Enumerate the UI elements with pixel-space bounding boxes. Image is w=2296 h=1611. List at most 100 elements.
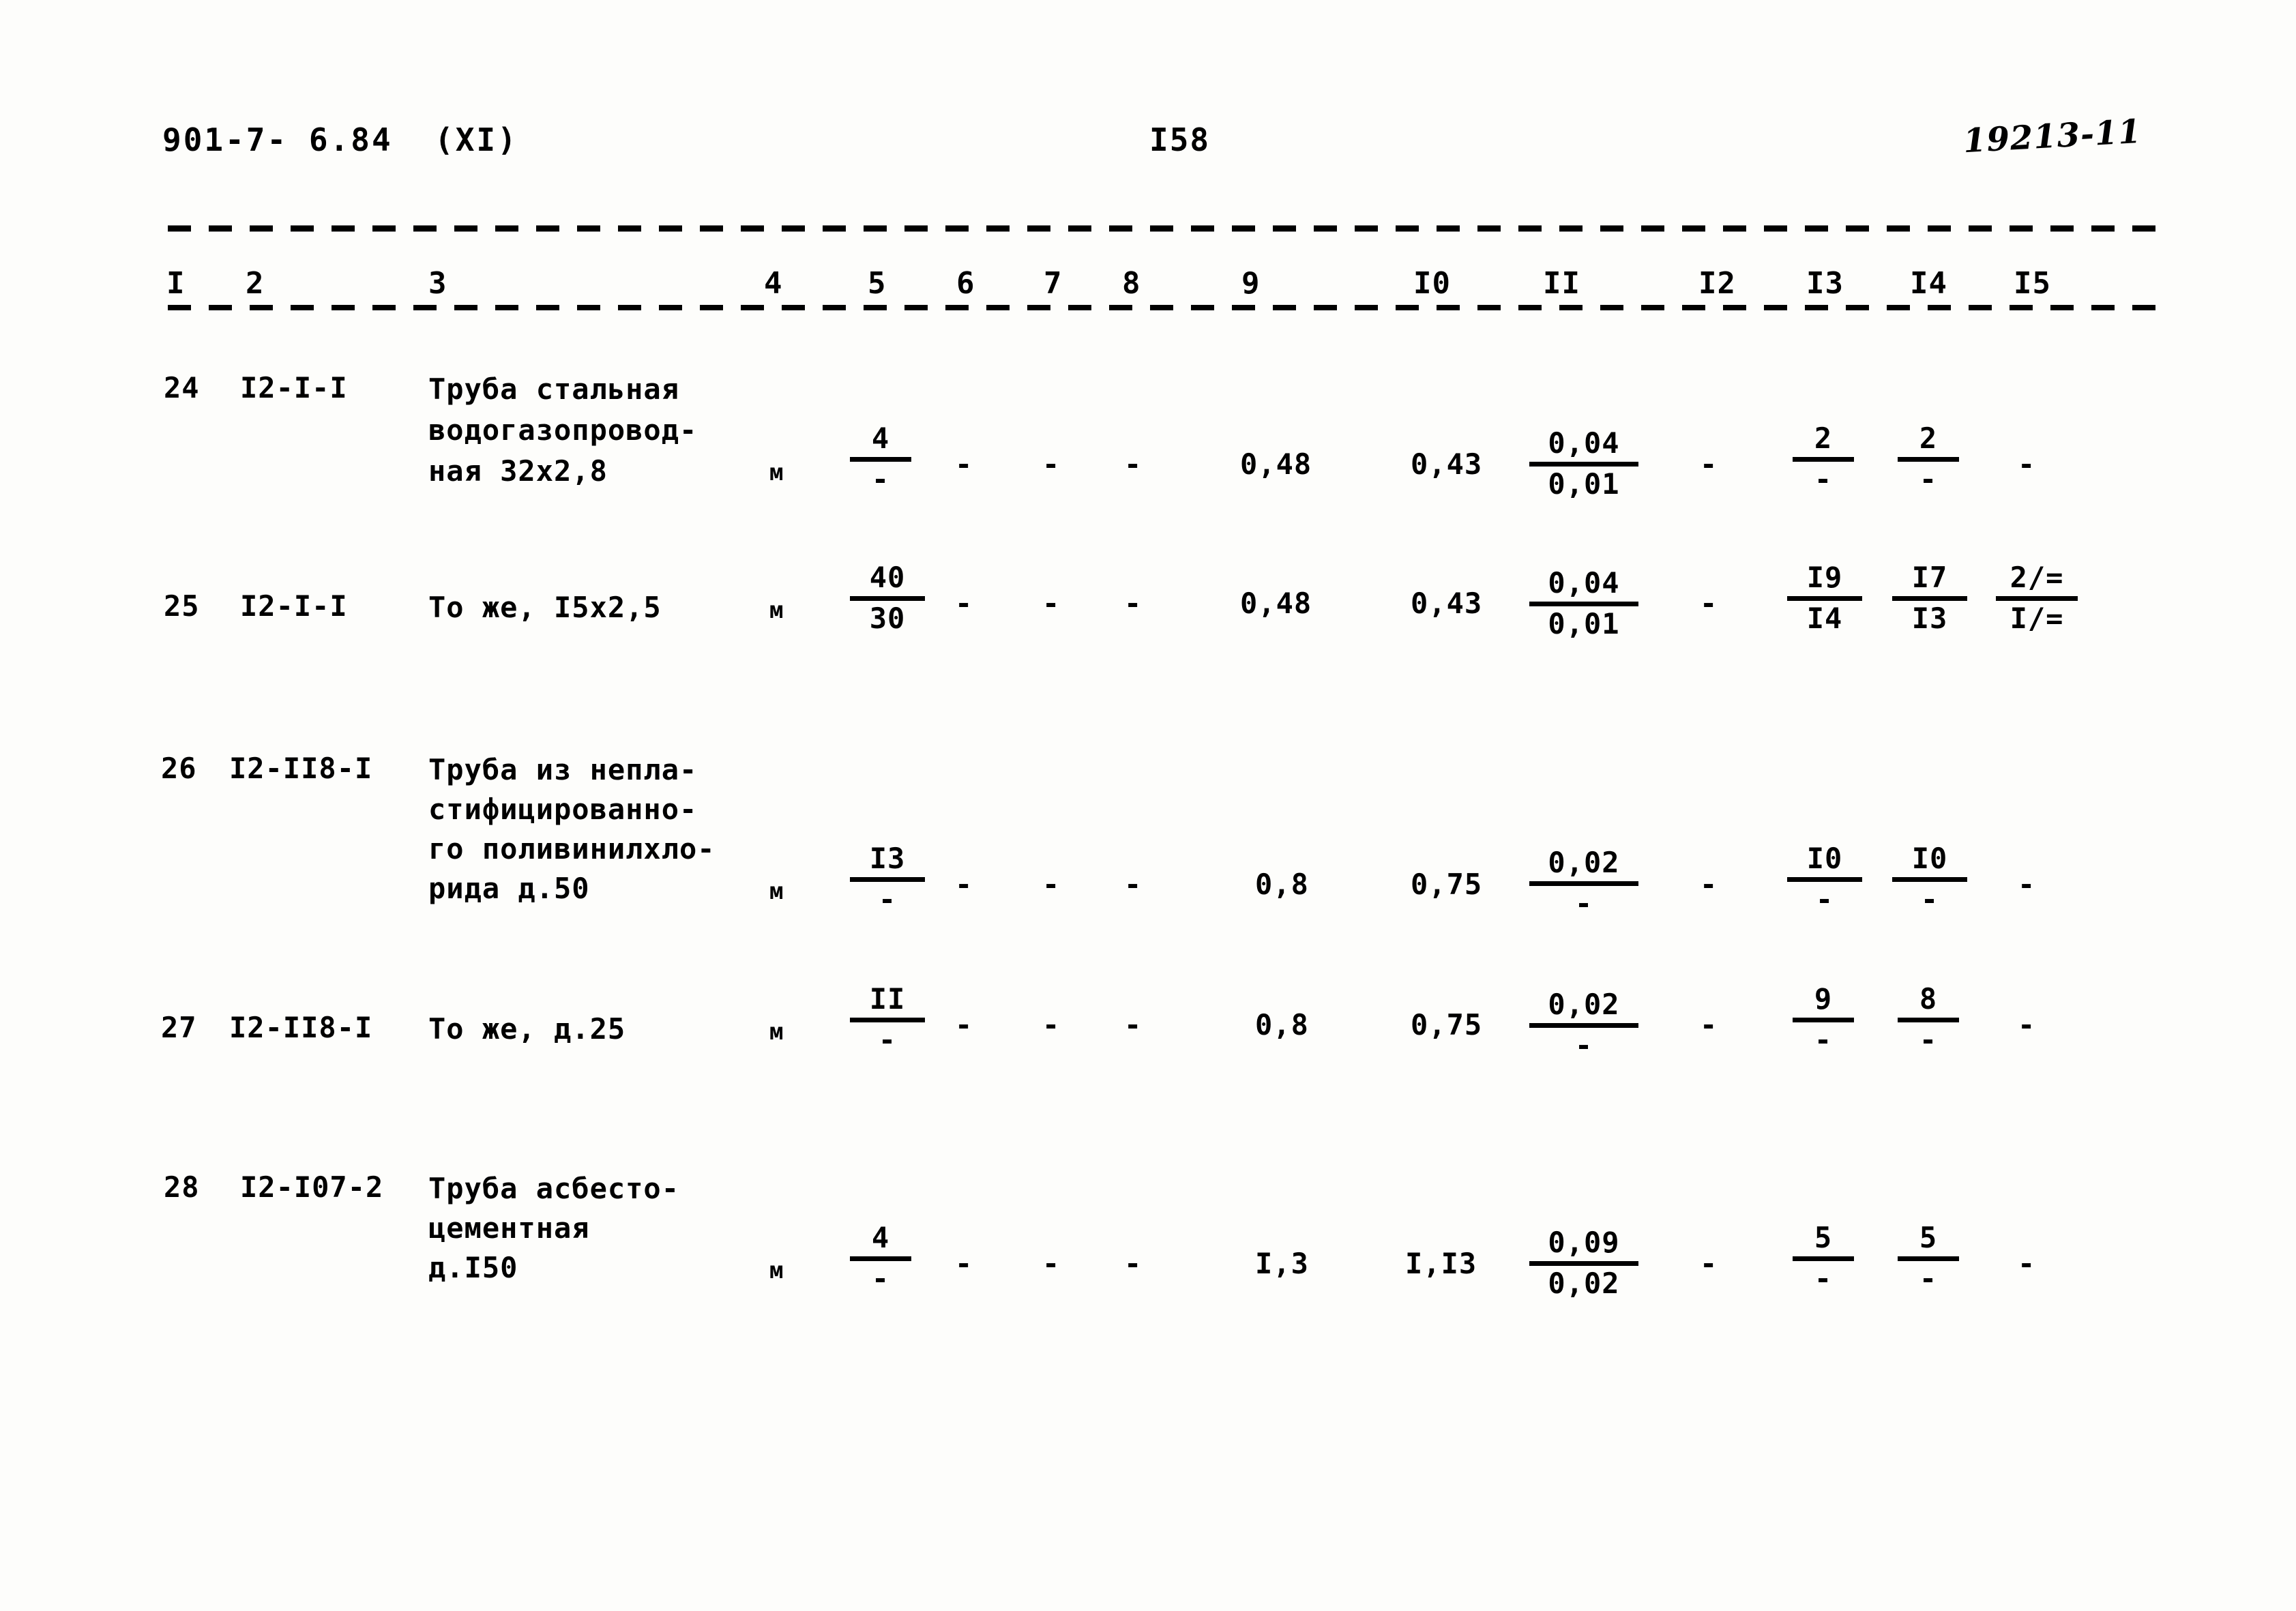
column-number-11: II: [1543, 266, 1580, 301]
row-description-line: цементная: [428, 1211, 590, 1245]
page-number: I58: [1149, 121, 1211, 158]
cell-col5-denominator: -: [871, 462, 890, 496]
cell-col14-numerator: I0: [1911, 842, 1948, 875]
cell-col11-denominator: 0,01: [1548, 607, 1620, 640]
fraction-bar: [1996, 596, 2078, 601]
row-unit: м: [769, 597, 784, 624]
column-number-4: 4: [764, 266, 783, 301]
handwritten-archive-mark: 19213-11: [1962, 112, 2143, 161]
row-unit: м: [769, 1018, 784, 1046]
cell-col6: -: [955, 868, 973, 901]
cell-col5-numerator: 4: [871, 1221, 890, 1254]
cell-col10: 0,75: [1411, 1008, 1483, 1041]
cell-col5: 40 30: [850, 561, 925, 636]
row-description-line: ная 32х2,8: [428, 454, 608, 488]
cell-col5-denominator: -: [878, 883, 897, 916]
cell-col6: -: [955, 1008, 973, 1041]
fraction-bar: [1529, 602, 1638, 606]
cell-col5-numerator: 4: [871, 422, 890, 455]
cell-col14-denominator: -: [1920, 883, 1939, 916]
top-dashed-rule: [168, 225, 2160, 232]
cell-col8: -: [1124, 868, 1143, 901]
fraction-bar: [1898, 457, 1959, 462]
cell-col13: I9 I4: [1787, 561, 1862, 636]
fraction-bar: [1793, 1256, 1854, 1261]
cell-col10: 0,43: [1411, 447, 1483, 481]
row-number: 28: [164, 1170, 200, 1204]
row-description-line: Труба из непла-: [428, 753, 698, 786]
document-page: 901-7- 6.84 (XI) I58 19213-11 I 2 3 4 5 …: [0, 0, 2296, 1611]
column-number-1: I: [166, 266, 186, 301]
cell-col6: -: [955, 447, 973, 481]
column-number-7: 7: [1044, 266, 1063, 301]
row-description-line: Труба стальная: [428, 372, 680, 406]
fraction-bar: [1892, 877, 1967, 882]
cell-col7: -: [1042, 1008, 1061, 1041]
row-unit: м: [769, 878, 784, 905]
cell-col8: -: [1124, 587, 1143, 620]
row-description-line: го поливинилхло-: [428, 832, 716, 866]
cell-col13: 2 -: [1793, 422, 1854, 497]
cell-col11-numerator: 0,02: [1548, 988, 1620, 1021]
row-number: 25: [164, 589, 200, 623]
cell-col5-denominator: -: [871, 1262, 890, 1295]
cell-col15-numerator: 2/=: [2010, 561, 2064, 594]
cell-col15: -: [2018, 868, 2036, 901]
cell-col6: -: [955, 1247, 973, 1280]
cell-col13-numerator: I0: [1806, 842, 1843, 875]
cell-col13-denominator: -: [1814, 1262, 1833, 1295]
cell-col10: 0,43: [1411, 587, 1483, 620]
cell-col11-denominator: -: [1574, 887, 1593, 920]
cell-col11-denominator: -: [1574, 1029, 1593, 1062]
cell-col11: 0,04 0,01: [1529, 566, 1638, 641]
row-description-line: То же, I5х2,5: [428, 591, 662, 624]
cell-col8: -: [1124, 447, 1143, 481]
cell-col9: 0,8: [1255, 1008, 1309, 1041]
row-description-line: стифицированно-: [428, 793, 698, 826]
column-number-12: I2: [1698, 266, 1736, 301]
fraction-bar: [850, 1018, 925, 1022]
cell-col7: -: [1042, 868, 1061, 901]
cell-col13-denominator: -: [1814, 1023, 1833, 1056]
cell-col14-denominator: -: [1919, 462, 1938, 496]
column-number-8: 8: [1122, 266, 1141, 301]
cell-col13: 5 -: [1793, 1221, 1854, 1296]
cell-col11-numerator: 0,04: [1548, 426, 1620, 460]
cell-col15-denominator: I/=: [2010, 602, 2064, 635]
column-number-3: 3: [428, 266, 447, 301]
column-number-13: I3: [1806, 266, 1844, 301]
cell-col14: 2 -: [1898, 422, 1959, 497]
column-number-2: 2: [246, 266, 265, 301]
fraction-bar: [1529, 1023, 1638, 1028]
fraction-bar: [850, 1256, 911, 1261]
cell-col14-denominator: -: [1919, 1262, 1938, 1295]
row-code: I2-I-I: [240, 371, 348, 404]
document-code: 901-7- 6.84 (XI): [162, 121, 518, 158]
cell-col9: I,3: [1255, 1247, 1309, 1280]
column-number-6: 6: [956, 266, 975, 301]
cell-col15: -: [2018, 1247, 2036, 1280]
cell-col11-numerator: 0,04: [1548, 566, 1620, 600]
cell-col5-numerator: II: [869, 982, 906, 1016]
fraction-bar: [1898, 1256, 1959, 1261]
fraction-bar: [1892, 596, 1967, 601]
cell-col7: -: [1042, 1247, 1061, 1280]
fraction-bar: [850, 596, 925, 601]
cell-col8: -: [1124, 1247, 1143, 1280]
row-number: 27: [161, 1011, 197, 1044]
cell-col14: 8 -: [1898, 982, 1959, 1057]
cell-col7: -: [1042, 447, 1061, 481]
cell-col7: -: [1042, 587, 1061, 620]
cell-col13-denominator: I4: [1806, 602, 1843, 635]
cell-col9: 0,8: [1255, 868, 1309, 901]
cell-col11-numerator: 0,09: [1548, 1226, 1620, 1259]
cell-col15: -: [2018, 447, 2036, 481]
cell-col14-denominator: I3: [1911, 602, 1948, 635]
cell-col10: 0,75: [1411, 868, 1483, 901]
fraction-bar: [1787, 596, 1862, 601]
cell-col13: I0 -: [1787, 842, 1862, 917]
row-description-line: Труба асбесто-: [428, 1172, 680, 1205]
cell-col12: -: [1700, 1247, 1718, 1280]
column-header-dashed-rule: [168, 300, 2160, 311]
fraction-bar: [1793, 457, 1854, 462]
